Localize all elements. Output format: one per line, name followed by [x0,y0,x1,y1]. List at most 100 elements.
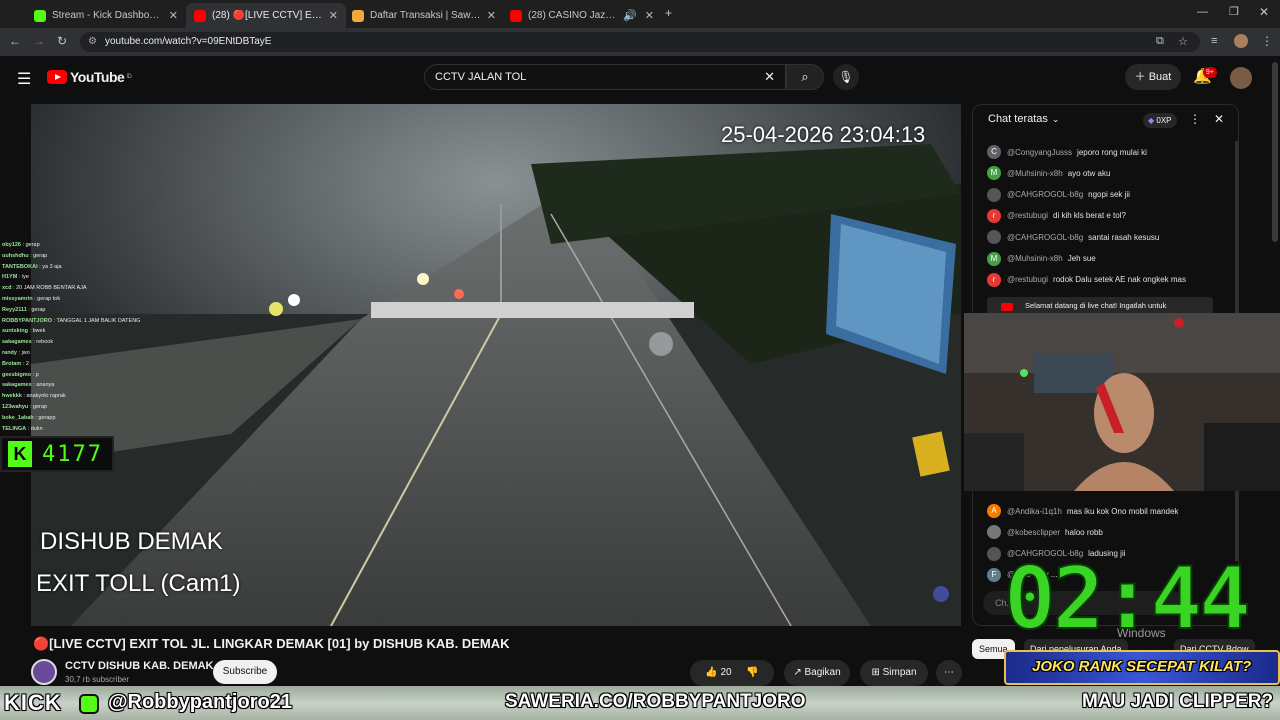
clear-search-icon[interactable]: ✕ [764,65,775,89]
xp-badge[interactable]: ◆ 0XP [1143,113,1177,128]
more-actions-icon[interactable]: ⋯ [936,660,962,686]
chat-avatar[interactable]: M [987,251,1001,266]
kick-icon [79,694,99,714]
minimize-icon[interactable]: — [1197,6,1208,18]
thumbs-down-icon[interactable]: 👎 [746,667,758,678]
channel-avatar[interactable] [31,659,57,685]
chat-text: ayo otw aku [1067,168,1111,178]
forward-icon[interactable]: → [33,34,45,48]
tab-kick-dashboard[interactable]: Stream - Kick Dashboard ✕ [26,3,186,28]
overlay-chat-line: TANTEBOKAI : ya 3 aja [2,263,62,270]
chat-username[interactable]: @kobesclipper [1007,528,1060,537]
chat-username[interactable]: @CongyangJusss [1007,148,1072,157]
chat-avatar[interactable]: M [987,166,1001,181]
chat-username[interactable]: @Muhsinin-x8h [1007,254,1063,263]
search-input[interactable]: CCTV JALAN TOL ✕ [424,64,786,90]
chat-avatar[interactable]: r [987,272,1001,287]
chat-username[interactable]: @restubugi [1007,211,1048,220]
back-icon[interactable]: ← [9,34,21,48]
chat-username[interactable]: @CAHGROGOL-b8g [1007,233,1083,242]
reload-icon[interactable]: ↻ [57,34,67,48]
saweria-link: SAWERIA.CO/ROBBYPANTJORO [505,691,806,712]
channel-name[interactable]: CCTV DISHUB KAB. DEMAK [65,660,214,672]
promo-banner-text: JOKO RANK SECEPAT KILAT? [1032,658,1252,675]
chat-avatar[interactable] [987,546,1001,561]
overlay-chat-user: hwekkk [2,393,22,400]
close-chat-icon[interactable]: ✕ [1214,112,1224,126]
page-scrollbar[interactable] [1272,62,1278,242]
overlay-chat-msg: rebook [36,339,54,346]
overlay-chat-user: sakagames [2,339,32,346]
overlay-chat-line: Brotam : 2 [2,360,29,367]
overlay-chat-user: randy [2,349,17,356]
close-tab-icon[interactable]: ✕ [329,9,338,22]
tab-youtube-cctv[interactable]: (28) 🔴[LIVE CCTV] EXIT TOL JL ✕ [186,3,346,28]
thumbs-up-icon[interactable]: 👍 [705,667,717,678]
save-button[interactable]: ⊞ Simpan [860,660,928,686]
chat-avatar[interactable] [987,230,1001,245]
overlay-chat-msg: iye [21,274,29,281]
site-info-icon[interactable]: ⚙ [88,32,97,52]
youtube-play-icon [47,70,67,84]
address-bar[interactable]: ⚙ youtube.com/watch?v=09ENtDBTayE [80,32,1200,52]
chat-text: di kih kls berat e tol? [1053,211,1126,221]
chat-username[interactable]: @CAHGROGOL-b8g [1007,190,1083,199]
close-window-icon[interactable]: ✕ [1259,5,1269,19]
chat-username[interactable]: @restubugi [1007,275,1048,284]
plus-icon: ＋ [1134,71,1146,83]
maximize-icon[interactable]: ❐ [1229,5,1239,18]
chat-avatar[interactable]: F [987,567,1001,582]
install-icon[interactable]: ⧉ [1156,35,1164,48]
hamburger-menu-icon[interactable]: ☰ [17,69,31,89]
create-button[interactable]: ＋ Buat [1125,64,1181,90]
chat-avatar[interactable]: A [987,504,1001,518]
subscribe-button[interactable]: Subscribe [213,660,277,684]
kick-logo: KICK [4,690,62,715]
close-tab-icon[interactable]: ✕ [169,9,178,22]
chat-avatar[interactable]: C [987,145,1001,159]
chat-text: ngopi sek jii [1088,190,1130,200]
browser-menu-icon[interactable]: ⋮ [1261,34,1273,48]
webcam-feed [964,313,1280,491]
bookmark-star-icon[interactable]: ☆ [1178,35,1188,48]
tab-title: (28) CASINO Jazz Music 🎰 [528,10,617,21]
search-button[interactable]: ⌕ [786,64,824,90]
overlay-chat-line: sakagames : rebook [2,339,54,346]
chat-mode-dropdown[interactable]: Chat teratas ⌄ [988,113,1059,125]
overlay-chat-line: hwekkk : anakyolo raprak [2,393,66,400]
chat-text: mas iku kok Ono mobil mandek [1066,506,1179,516]
chat-avatar[interactable]: r [987,208,1001,223]
chat-avatar[interactable] [987,187,1001,202]
profile-avatar[interactable] [1234,34,1248,48]
mute-icon[interactable]: 🔊 [623,9,637,22]
save-icon: ⊞ [871,667,880,678]
chat-message: r @restubugi di kih kls berat e tol? [987,208,1126,223]
tab-saweria[interactable]: Daftar Transaksi | Saweria ✕ [344,3,504,28]
overlay-chat-msg: gerap [25,242,40,248]
chat-avatar[interactable] [987,525,1001,540]
chat-more-icon[interactable]: ⋮ [1189,112,1201,126]
youtube-favicon-icon [510,9,522,22]
tab-title: (28) 🔴[LIVE CCTV] EXIT TOL JL [212,10,323,21]
chat-username[interactable]: @Andika-i1q1h [1007,507,1062,516]
close-tab-icon[interactable]: ✕ [487,9,496,22]
tab-casino-jazz[interactable]: (28) CASINO Jazz Music 🎰 🔊 ✕ [502,3,662,28]
voice-search-button[interactable]: 🎙 [833,64,859,90]
share-button[interactable]: ↗ Bagikan [784,660,850,686]
new-tab-icon[interactable]: + [665,6,672,20]
user-avatar[interactable] [1230,67,1252,89]
gem-icon: ◆ [1148,116,1155,125]
chat-header-label: Chat teratas [988,113,1048,125]
youtube-logo[interactable]: YouTube ID [47,69,132,85]
media-control-icon[interactable]: ≡ [1211,35,1217,47]
overlay-chat-user: TELINGA [2,425,27,432]
overlay-chat-user: TANTEBOKAI [2,263,38,270]
close-tab-icon[interactable]: ✕ [645,9,654,22]
chat-message: @CAHGROGOL-b8g ngopi sek jii [987,187,1130,202]
overlay-chat-msg: gerap tok [37,295,61,302]
chat-message: @CAHGROGOL-b8g santai rasah kesusu [987,230,1159,245]
clipper-text: MAU JADI CLIPPER? [1082,691,1274,712]
notification-badge: 9+ [1203,67,1217,78]
overlay-chat-msg: jwo [21,349,30,356]
chat-username[interactable]: @Muhsinin-x8h [1007,169,1063,178]
